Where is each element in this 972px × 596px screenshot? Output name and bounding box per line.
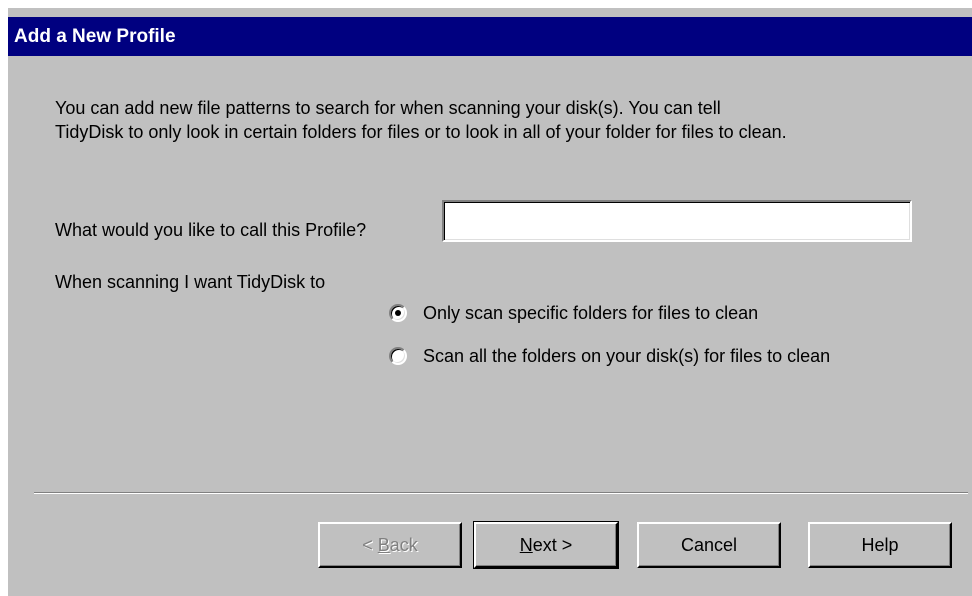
back-button[interactable]: < Back [318, 522, 462, 568]
scan-mode-label: When scanning I want TidyDisk to [55, 272, 326, 292]
back-button-mnemonic: B [377, 535, 390, 555]
radio-unselected-icon[interactable] [389, 347, 407, 365]
profile-name-input[interactable] [442, 200, 912, 242]
next-button-rest: ext > [532, 535, 573, 555]
back-button-rest: ack [389, 535, 418, 555]
help-button[interactable]: Help [808, 522, 952, 568]
add-profile-wizard-window: Add a New Profile You can add new file p… [0, 0, 972, 596]
button-bar-divider [34, 492, 968, 494]
intro-line-1: You can add new file patterns to search … [55, 98, 721, 118]
cancel-button[interactable]: Cancel [637, 522, 781, 568]
back-button-prefix: < [362, 535, 378, 555]
next-button[interactable]: Next > [473, 521, 619, 569]
radio-scan-specific-folders[interactable]: Only scan specific folders for files to … [389, 301, 758, 325]
radio-selected-icon[interactable] [389, 304, 407, 322]
profile-name-label: What would you like to call this Profile… [55, 220, 367, 240]
intro-line-2: TidyDisk to only look in certain folders… [55, 122, 787, 142]
window-title: Add a New Profile [8, 17, 972, 56]
radio-scan-all-folders[interactable]: Scan all the folders on your disk(s) for… [389, 344, 830, 368]
intro-text: You can add new file patterns to search … [55, 96, 955, 144]
radio-scan-all-folders-label[interactable]: Scan all the folders on your disk(s) for… [423, 344, 830, 368]
next-button-mnemonic: N [519, 535, 533, 555]
radio-scan-specific-folders-label[interactable]: Only scan specific folders for files to … [423, 301, 758, 325]
